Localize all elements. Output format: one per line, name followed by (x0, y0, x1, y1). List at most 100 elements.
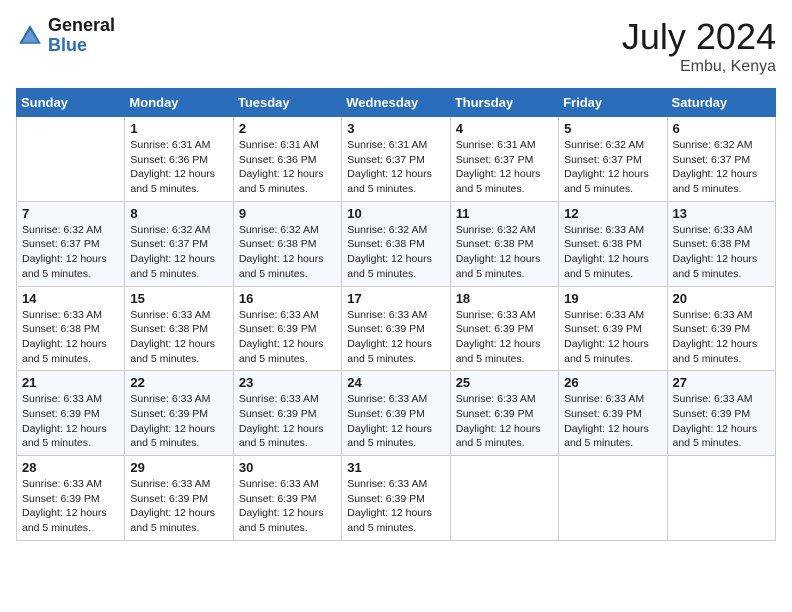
day-number: 5 (564, 121, 661, 136)
calendar-cell: 10Sunrise: 6:32 AMSunset: 6:38 PMDayligh… (342, 201, 450, 286)
calendar-cell: 25 Sunrise: 6:33 AMSunset: 6:39 PMDayligh… (450, 371, 558, 456)
location-label: Embu, Kenya (622, 58, 776, 76)
logo-blue-label: Blue (48, 36, 115, 56)
day-info: Sunrise: 6:33 AMSunset: 6:39 PMDaylight:… (456, 392, 553, 451)
day-number: 24 (347, 375, 444, 390)
calendar-cell: 31 Sunrise: 6:33 AMSunset: 6:39 PMDayligh… (342, 456, 450, 541)
calendar-cell (450, 456, 558, 541)
calendar-cell: 6Sunrise: 6:32 AMSunset: 6:37 PMDaylight… (667, 117, 775, 202)
day-info: Sunrise: 6:31 AMSunset: 6:37 PMDaylight:… (347, 138, 444, 197)
page-header: General Blue July 2024 Embu, Kenya (16, 16, 776, 76)
calendar-cell: 5 Sunrise: 6:32 AMSunset: 6:37 PMDaylight… (559, 117, 667, 202)
day-number: 2 (239, 121, 336, 136)
calendar-cell: 12 Sunrise: 6:33 AMSunset: 6:38 PMDayligh… (559, 201, 667, 286)
day-info: Sunrise: 6:32 AMSunset: 6:37 PMDaylight:… (564, 138, 661, 197)
day-number: 6 (673, 121, 770, 136)
day-number: 29 (130, 460, 227, 475)
day-info: Sunrise: 6:31 AMSunset: 6:36 PMDaylight:… (239, 138, 336, 197)
day-info: Sunrise: 6:33 AMSunset: 6:39 PMDaylight:… (239, 392, 336, 451)
day-info: Sunrise: 6:33 AMSunset: 6:39 PMDaylight:… (347, 308, 444, 367)
week-row-2: 7 Sunrise: 6:32 AMSunset: 6:37 PMDaylight… (17, 201, 776, 286)
day-info: Sunrise: 6:31 AMSunset: 6:37 PMDaylight:… (456, 138, 553, 197)
calendar-cell (17, 117, 125, 202)
day-info: Sunrise: 6:33 AMSunset: 6:39 PMDaylight:… (673, 392, 770, 451)
calendar-cell: 14 Sunrise: 6:33 AMSunset: 6:38 PMDayligh… (17, 286, 125, 371)
calendar-cell: 26 Sunrise: 6:33 AMSunset: 6:39 PMDayligh… (559, 371, 667, 456)
day-number: 27 (673, 375, 770, 390)
day-number: 4 (456, 121, 553, 136)
week-row-5: 28 Sunrise: 6:33 AMSunset: 6:39 PMDayligh… (17, 456, 776, 541)
calendar-cell: 7Sunrise: 6:32 AMSunset: 6:37 PMDaylight… (17, 201, 125, 286)
day-number: 25 (456, 375, 553, 390)
day-info: Sunrise: 6:33 AMSunset: 6:39 PMDaylight:… (347, 477, 444, 536)
calendar-cell: 21 Sunrise: 6:33 AMSunset: 6:39 PMDayligh… (17, 371, 125, 456)
day-info: Sunrise: 6:33 AMSunset: 6:39 PMDaylight:… (564, 392, 661, 451)
day-number: 15 (130, 291, 227, 306)
day-number: 13 (673, 206, 770, 221)
day-number: 14 (22, 291, 119, 306)
header-row: SundayMondayTuesdayWednesdayThursdayFrid… (17, 89, 776, 117)
calendar-cell (559, 456, 667, 541)
logo-general-label: General (48, 16, 115, 36)
calendar-cell: 23 Sunrise: 6:33 AMSunset: 6:39 PMDayligh… (233, 371, 341, 456)
calendar-cell: 29Sunrise: 6:33 AMSunset: 6:39 PMDayligh… (125, 456, 233, 541)
day-number: 16 (239, 291, 336, 306)
week-row-3: 14 Sunrise: 6:33 AMSunset: 6:38 PMDayligh… (17, 286, 776, 371)
day-number: 1 (130, 121, 227, 136)
calendar-cell: 13 Sunrise: 6:33 AMSunset: 6:38 PMDayligh… (667, 201, 775, 286)
day-number: 22 (130, 375, 227, 390)
calendar-cell: 22Sunrise: 6:33 AMSunset: 6:39 PMDayligh… (125, 371, 233, 456)
day-number: 19 (564, 291, 661, 306)
day-info: Sunrise: 6:32 AMSunset: 6:38 PMDaylight:… (456, 223, 553, 282)
calendar-cell: 2 Sunrise: 6:31 AMSunset: 6:36 PMDaylight… (233, 117, 341, 202)
logo: General Blue (16, 16, 115, 56)
title-block: July 2024 Embu, Kenya (622, 16, 776, 76)
day-number: 26 (564, 375, 661, 390)
calendar-cell: 4 Sunrise: 6:31 AMSunset: 6:37 PMDaylight… (450, 117, 558, 202)
calendar-table: SundayMondayTuesdayWednesdayThursdayFrid… (16, 88, 776, 541)
day-info: Sunrise: 6:33 AMSunset: 6:38 PMDaylight:… (22, 308, 119, 367)
day-info: Sunrise: 6:31 AMSunset: 6:36 PMDaylight:… (130, 138, 227, 197)
header-day-friday: Friday (559, 89, 667, 117)
day-number: 7 (22, 206, 119, 221)
logo-icon (16, 22, 44, 50)
header-day-tuesday: Tuesday (233, 89, 341, 117)
day-number: 12 (564, 206, 661, 221)
day-info: Sunrise: 6:33 AMSunset: 6:39 PMDaylight:… (347, 392, 444, 451)
calendar-cell: 11Sunrise: 6:32 AMSunset: 6:38 PMDayligh… (450, 201, 558, 286)
logo-text: General Blue (48, 16, 115, 56)
day-info: Sunrise: 6:33 AMSunset: 6:38 PMDaylight:… (564, 223, 661, 282)
calendar-cell: 9Sunrise: 6:32 AMSunset: 6:38 PMDaylight… (233, 201, 341, 286)
day-info: Sunrise: 6:33 AMSunset: 6:38 PMDaylight:… (673, 223, 770, 282)
day-info: Sunrise: 6:33 AMSunset: 6:39 PMDaylight:… (22, 477, 119, 536)
day-number: 3 (347, 121, 444, 136)
week-row-1: 1 Sunrise: 6:31 AMSunset: 6:36 PMDaylight… (17, 117, 776, 202)
calendar-cell: 30Sunrise: 6:33 AMSunset: 6:39 PMDayligh… (233, 456, 341, 541)
calendar-body: 1 Sunrise: 6:31 AMSunset: 6:36 PMDaylight… (17, 117, 776, 541)
calendar-cell: 24 Sunrise: 6:33 AMSunset: 6:39 PMDayligh… (342, 371, 450, 456)
day-number: 23 (239, 375, 336, 390)
day-number: 30 (239, 460, 336, 475)
header-day-monday: Monday (125, 89, 233, 117)
day-number: 18 (456, 291, 553, 306)
header-day-thursday: Thursday (450, 89, 558, 117)
day-info: Sunrise: 6:33 AMSunset: 6:39 PMDaylight:… (564, 308, 661, 367)
calendar-cell: 1 Sunrise: 6:31 AMSunset: 6:36 PMDaylight… (125, 117, 233, 202)
month-year-title: July 2024 (622, 16, 776, 58)
day-number: 10 (347, 206, 444, 221)
calendar-cell (667, 456, 775, 541)
header-day-wednesday: Wednesday (342, 89, 450, 117)
day-number: 31 (347, 460, 444, 475)
day-info: Sunrise: 6:33 AMSunset: 6:38 PMDaylight:… (130, 308, 227, 367)
day-info: Sunrise: 6:32 AMSunset: 6:38 PMDaylight:… (239, 223, 336, 282)
week-row-4: 21 Sunrise: 6:33 AMSunset: 6:39 PMDayligh… (17, 371, 776, 456)
day-info: Sunrise: 6:33 AMSunset: 6:39 PMDaylight:… (239, 308, 336, 367)
day-info: Sunrise: 6:32 AMSunset: 6:37 PMDaylight:… (130, 223, 227, 282)
calendar-header: SundayMondayTuesdayWednesdayThursdayFrid… (17, 89, 776, 117)
day-info: Sunrise: 6:33 AMSunset: 6:39 PMDaylight:… (22, 392, 119, 451)
day-number: 21 (22, 375, 119, 390)
calendar-cell: 18Sunrise: 6:33 AMSunset: 6:39 PMDayligh… (450, 286, 558, 371)
calendar-cell: 15 Sunrise: 6:33 AMSunset: 6:38 PMDayligh… (125, 286, 233, 371)
day-number: 28 (22, 460, 119, 475)
calendar-cell: 16 Sunrise: 6:33 AMSunset: 6:39 PMDayligh… (233, 286, 341, 371)
